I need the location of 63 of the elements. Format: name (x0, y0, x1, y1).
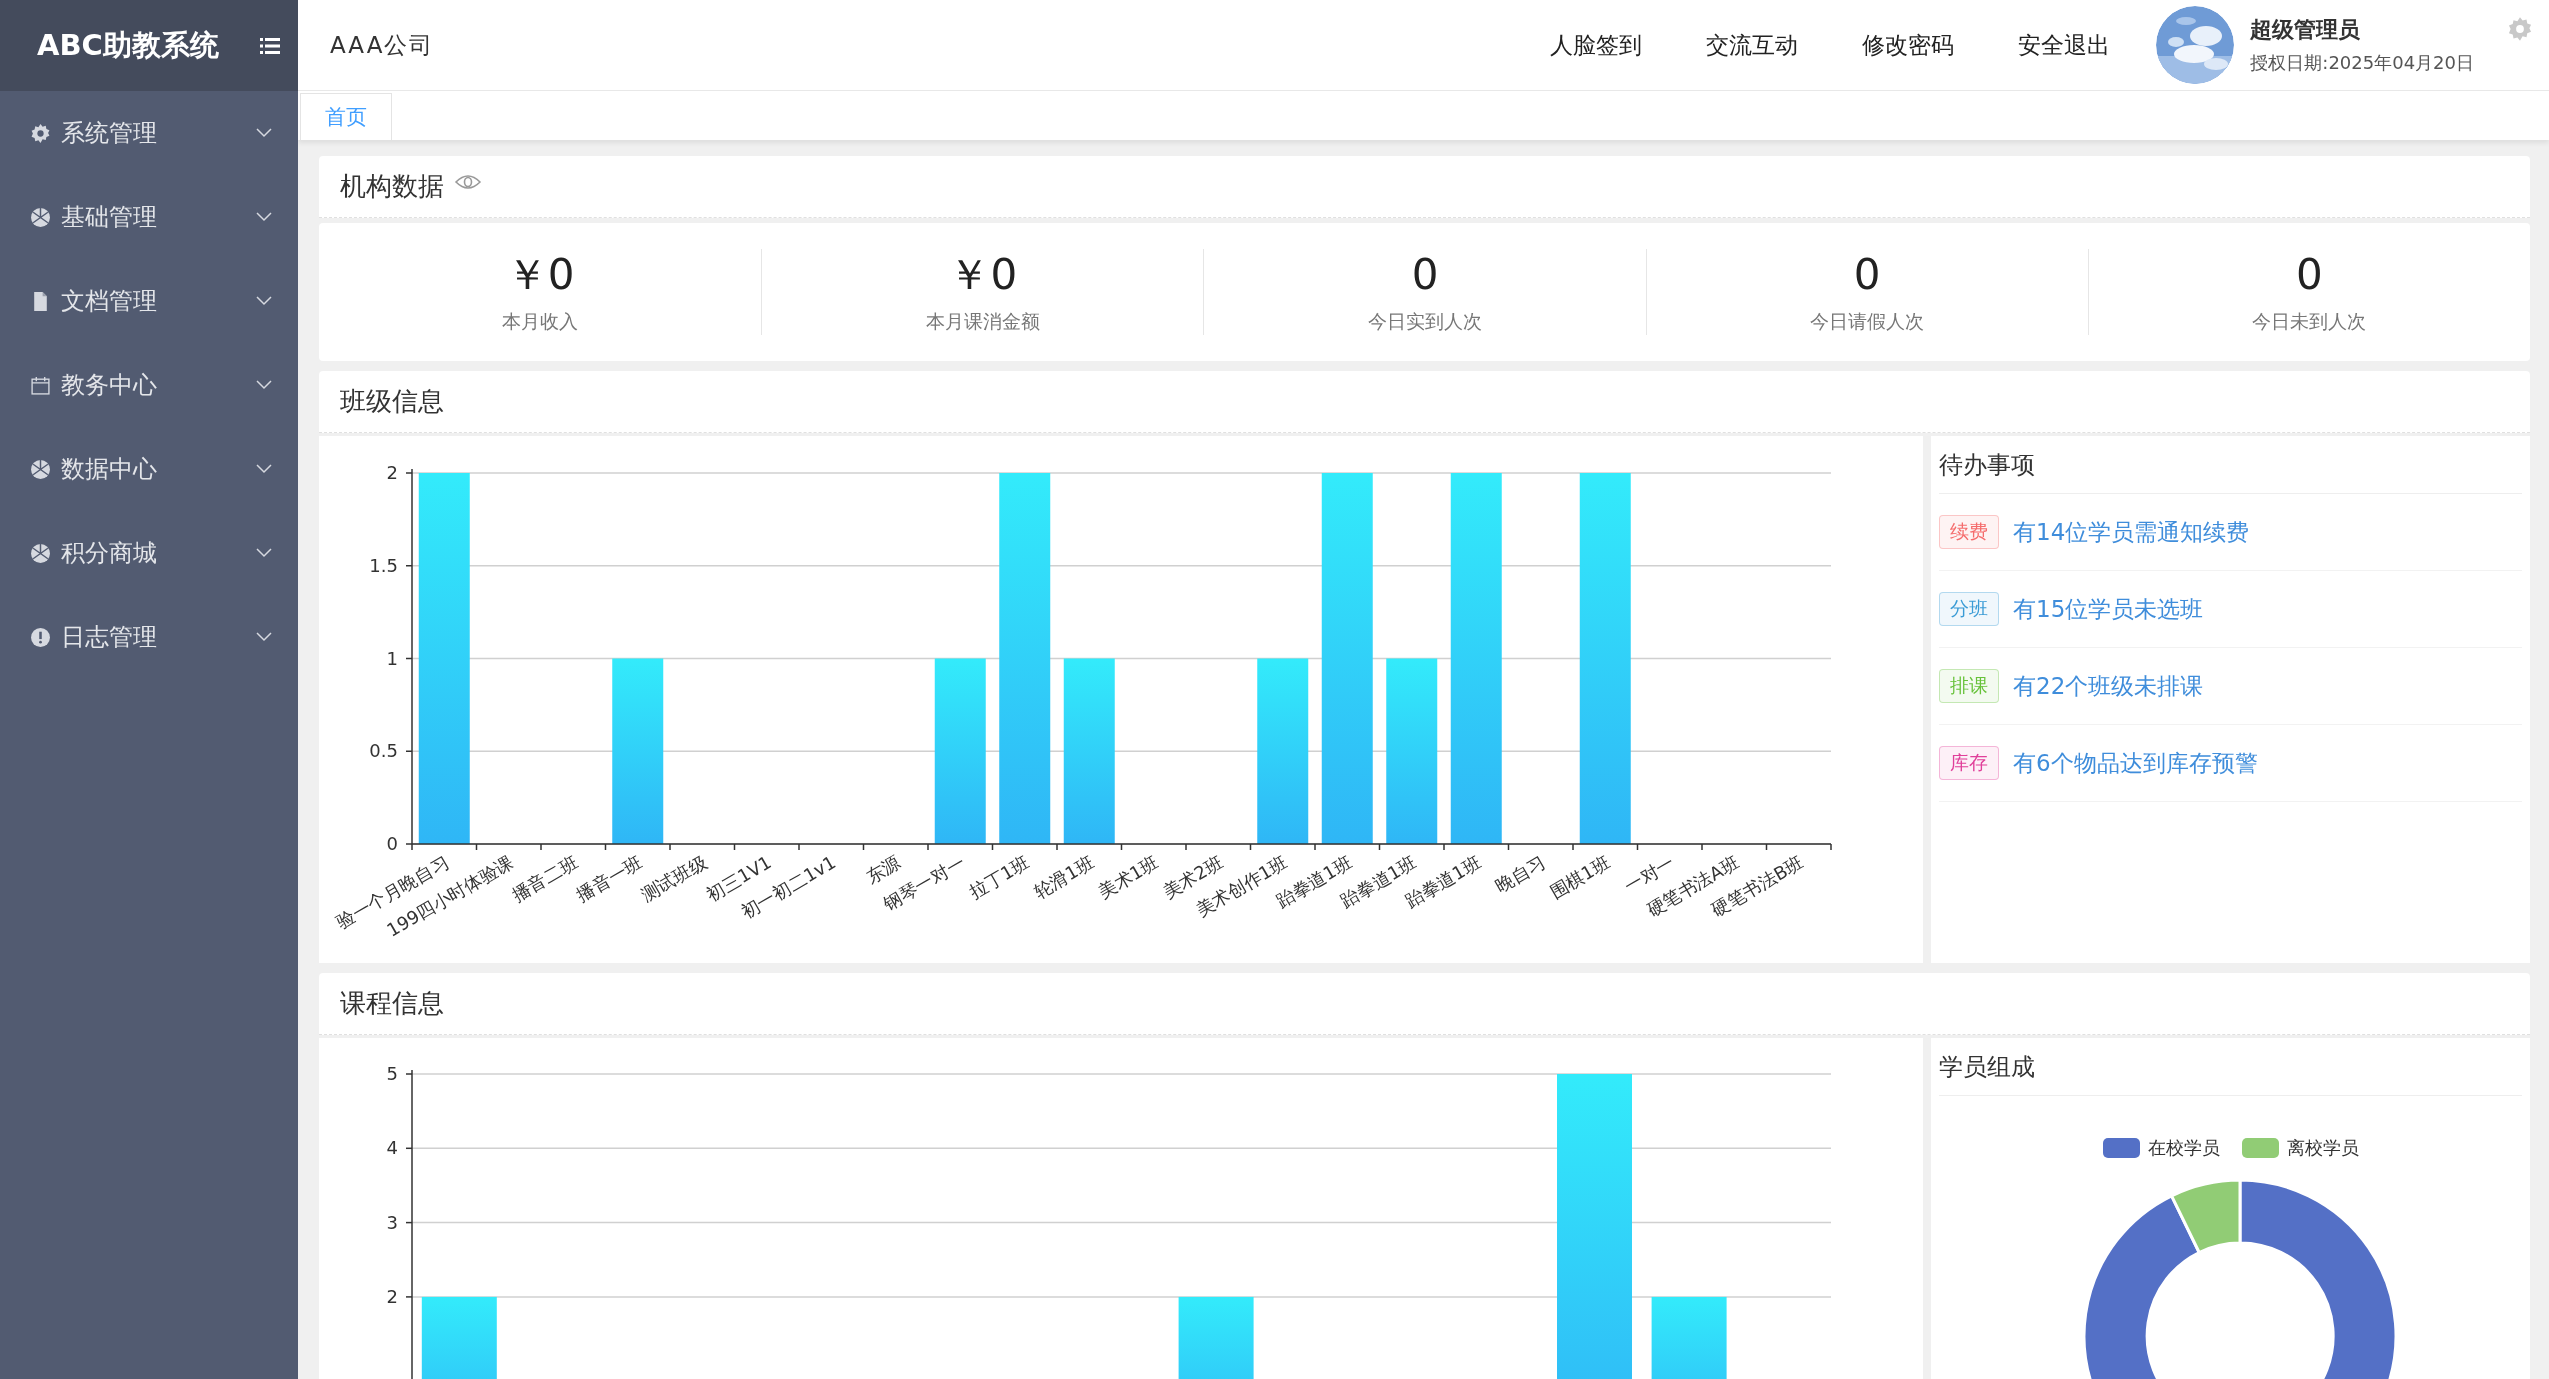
stat-value: 0 (1411, 249, 1439, 301)
axis-tick-label: 5 (386, 1063, 398, 1084)
legend-label: 离校学员 (2286, 1136, 2359, 1160)
stat-value: ￥0 (948, 249, 1018, 301)
nav-link[interactable]: 安全退出 (2018, 29, 2111, 61)
user-name: 超级管理员 (2250, 16, 2362, 44)
todo-link[interactable]: 有22个班级未排课 (2013, 670, 2204, 702)
stat-label: 今日请假人次 (1810, 309, 1925, 334)
axis-label: 围棋1班 (1546, 851, 1614, 903)
axis-tick-label: 0.5 (369, 740, 398, 762)
axis-tick-label: 3 (386, 1211, 398, 1233)
axis-tick-label: 1.5 (369, 554, 398, 576)
alert-icon (30, 626, 51, 648)
todo-link[interactable]: 有14位学员需通知续费 (2013, 516, 2250, 548)
aperture-icon (30, 542, 51, 564)
tag: 排课 (1939, 669, 1999, 703)
stat-label: 今日实到人次 (1368, 309, 1482, 334)
aperture-icon (30, 458, 51, 480)
axis-tick-label: 0 (386, 833, 398, 854)
tag: 库存 (1939, 746, 1999, 780)
axis-tick-label: 2 (386, 462, 398, 483)
app-title: ABC助教系统 (37, 26, 219, 64)
stat-value: 0 (2296, 249, 2323, 301)
axis-label: 拉丁1班 (965, 851, 1033, 903)
card-title: 机构数据 (340, 170, 444, 203)
legend-swatch[interactable] (2102, 1138, 2140, 1158)
settings-icon[interactable] (2507, 16, 2533, 42)
license-date: 授权日期:2025年04月20日 (2250, 51, 2474, 75)
stat-label: 本月课消金额 (925, 309, 1040, 334)
todo-link[interactable]: 有6个物品达到库存预警 (2013, 747, 2258, 779)
stat-value: ￥0 (505, 249, 575, 301)
tag: 分班 (1939, 592, 1999, 626)
stat-label: 本月收入 (502, 309, 579, 334)
sidebar-item[interactable]: 积分商城 (0, 511, 298, 595)
company-name: AAA公司 (329, 30, 435, 60)
sidebar-item[interactable]: 日志管理 (0, 595, 298, 679)
sidebar-item[interactable]: 数据中心 (0, 427, 298, 511)
axis-label: 晚自习 (1491, 851, 1549, 897)
sidebar-item[interactable]: 教务中心 (0, 343, 298, 427)
gear-icon (30, 122, 51, 144)
menu-icon[interactable] (260, 36, 280, 55)
panel-title: 学员组成 (1939, 1038, 2522, 1096)
tag: 续费 (1939, 515, 1999, 549)
panel-title: 待办事项 (1939, 436, 2522, 494)
axis-tick-label: 2 (386, 1285, 398, 1307)
legend-label: 在校学员 (2147, 1136, 2220, 1160)
nav-link[interactable]: 交流互动 (1706, 29, 1799, 61)
card-title: 班级信息 (340, 385, 444, 418)
nav-link[interactable]: 人脸签到 (1550, 29, 1643, 61)
sidebar-item[interactable]: 系统管理 (0, 91, 298, 175)
card-title: 课程信息 (340, 987, 444, 1020)
stat-label: 今日未到人次 (2252, 309, 2367, 334)
nav-link[interactable]: 修改密码 (1862, 29, 1955, 61)
aperture-icon (30, 206, 51, 228)
tab[interactable]: 首页 (300, 93, 392, 140)
stat-value: 0 (1853, 249, 1881, 301)
calendar-icon (30, 374, 51, 396)
legend-swatch[interactable] (2241, 1138, 2279, 1158)
axis-tick-label: 1 (386, 647, 398, 669)
axis-tick-label: 4 (386, 1137, 398, 1159)
todo-link[interactable]: 有15位学员未选班 (2013, 593, 2204, 625)
sidebar-item[interactable]: 基础管理 (0, 175, 298, 259)
sidebar-item[interactable]: 文档管理 (0, 259, 298, 343)
